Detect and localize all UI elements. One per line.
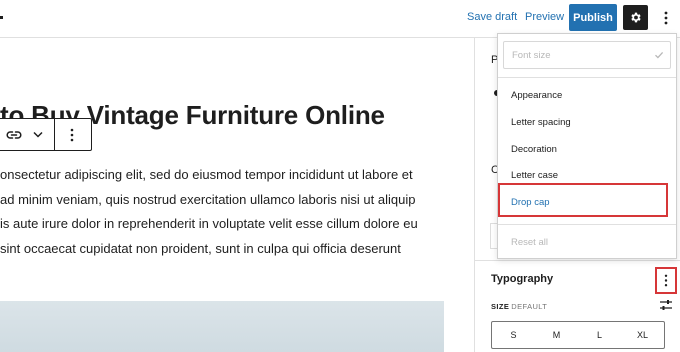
editor-canvas: to Buy Vintage Furniture Online onsectet… — [0, 38, 474, 352]
menu-divider — [498, 77, 676, 78]
typography-options-menu: Font size Appearance Letter spacing Deco… — [497, 33, 677, 259]
menu-item-drop-cap[interactable]: Drop cap — [511, 197, 550, 208]
options-button[interactable] — [662, 10, 670, 26]
vertical-ellipsis-icon — [664, 274, 668, 287]
menu-item-appearance[interactable]: Appearance — [511, 90, 562, 101]
menu-item-letter-case[interactable]: Letter case — [511, 170, 558, 181]
typography-panel-title: Typography — [491, 273, 554, 285]
size-option-m[interactable]: M — [535, 322, 578, 348]
panel-divider — [475, 260, 680, 261]
vertical-ellipsis-icon — [70, 128, 74, 141]
typography-options-button[interactable] — [655, 267, 677, 294]
menu-item-font-size[interactable]: Font size — [503, 41, 671, 69]
size-label-text: SIZE — [491, 302, 510, 311]
menu-item-letter-spacing[interactable]: Letter spacing — [511, 117, 571, 128]
link-icon — [6, 130, 22, 139]
link-button[interactable] — [3, 119, 25, 150]
paragraph-line: ad minim veniam, quis nostrud exercitati… — [0, 191, 416, 207]
menu-divider — [498, 224, 676, 225]
publish-button[interactable]: Publish — [569, 4, 617, 31]
paragraph-line: is aute irure dolor in reprehenderit in … — [0, 216, 418, 231]
toolbar-divider — [54, 119, 55, 150]
check-icon — [655, 51, 664, 59]
preview-button[interactable]: Preview — [525, 11, 564, 23]
reset-all-button[interactable]: Reset all — [511, 237, 548, 248]
save-draft-button[interactable]: Save draft — [467, 11, 517, 23]
sliders-icon — [660, 300, 672, 310]
font-size-picker: S M L XL — [491, 321, 665, 349]
vertical-ellipsis-icon — [664, 11, 668, 25]
paragraph-line: sint occaecat cupidatat non proident, su… — [0, 240, 401, 256]
size-option-xl[interactable]: XL — [621, 322, 664, 348]
block-options-button[interactable] — [57, 119, 87, 150]
size-option-s[interactable]: S — [492, 322, 535, 348]
font-size-label: SIZE DEFAULT — [491, 302, 547, 311]
paragraph-block[interactable]: onsectetur adipiscing elit, sed do eiusm… — [0, 163, 474, 261]
gear-icon — [631, 12, 641, 23]
size-value: DEFAULT — [511, 302, 548, 311]
paragraph-line: onsectetur adipiscing elit, sed do eiusm… — [0, 167, 413, 182]
font-size-option-label: Font size — [512, 50, 551, 61]
image-block[interactable] — [0, 301, 444, 352]
site-icon — [0, 16, 3, 19]
more-rich-text-button[interactable] — [27, 119, 49, 150]
block-toolbar — [0, 118, 92, 151]
custom-size-toggle[interactable] — [659, 298, 673, 310]
chevron-down-icon — [33, 131, 43, 138]
menu-item-decoration[interactable]: Decoration — [511, 144, 557, 155]
size-option-l[interactable]: L — [578, 322, 621, 348]
settings-button[interactable] — [623, 5, 648, 30]
